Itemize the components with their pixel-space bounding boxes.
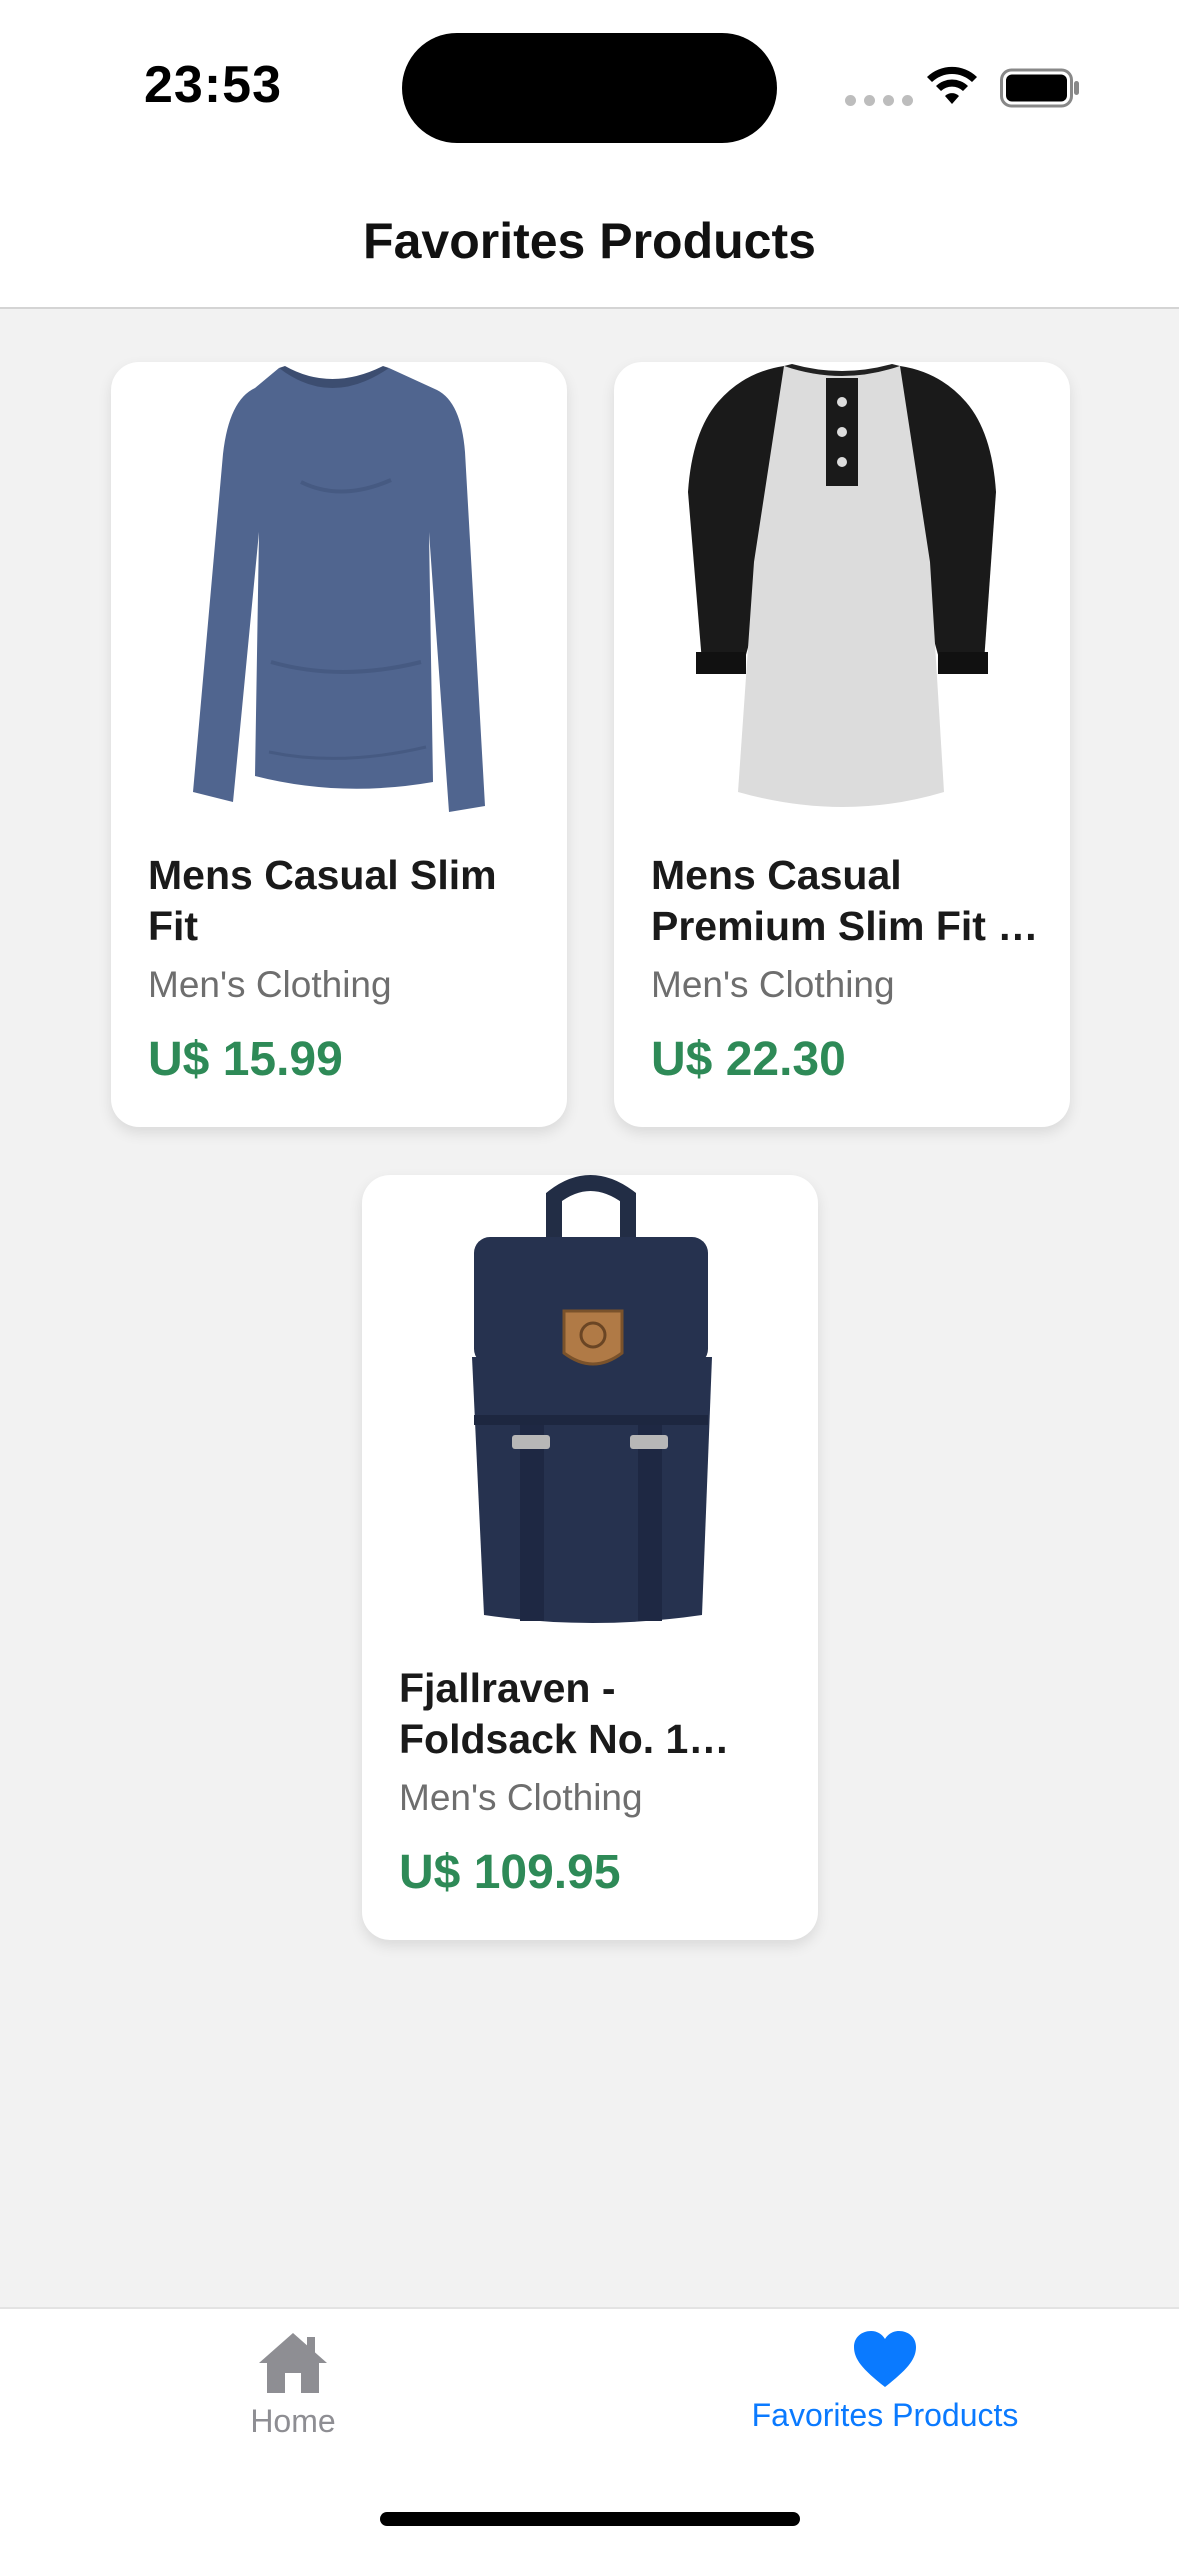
cellular-signal-icon xyxy=(845,95,913,106)
product-price: U$ 22.30 xyxy=(651,1033,846,1086)
tab-home-label: Home xyxy=(250,2403,336,2439)
product-price: U$ 15.99 xyxy=(148,1033,343,1086)
home-indicator[interactable] xyxy=(380,2512,800,2526)
product-category: Men's Clothing xyxy=(399,1777,643,1818)
product-name: Mens Casual Slim Fit xyxy=(148,852,497,949)
navy-backpack-image xyxy=(472,1175,712,1623)
product-price: U$ 109.95 xyxy=(399,1846,621,1899)
dynamic-island xyxy=(402,33,777,143)
product-category: Men's Clothing xyxy=(148,964,392,1005)
product-name: Mens Casual Premium Slim Fit T-Shirts xyxy=(651,852,1034,949)
page-title: Favorites Products xyxy=(363,213,816,269)
tab-favorites[interactable]: Favorites Products xyxy=(700,2329,1070,2434)
product-card[interactable]: Mens Casual Premium Slim Fit T-Shirts Me… xyxy=(614,362,1070,1127)
heart-icon xyxy=(854,2331,916,2387)
home-icon xyxy=(259,2333,327,2393)
tab-home[interactable]: Home xyxy=(218,2329,368,2440)
product-category: Men's Clothing xyxy=(651,964,895,1005)
product-card[interactable]: Fjallraven - Foldsack No. 1 Backpack Men… xyxy=(362,1175,818,1940)
blue-long-sleeve-shirt-image xyxy=(193,366,485,812)
tab-favorites-label: Favorites Products xyxy=(751,2397,1019,2433)
battery-icon xyxy=(1000,68,1079,108)
screen: 23:53 Favorites Products Mens Casual Sli… xyxy=(0,0,1179,2556)
product-name: Fjallraven - Foldsack No. 1 Backpack xyxy=(399,1665,689,1762)
raglan-henley-shirt-image xyxy=(688,364,996,807)
status-time: 23:53 xyxy=(144,56,282,114)
wifi-icon xyxy=(927,66,977,104)
top-bar: 23:53 Favorites Products xyxy=(0,0,1179,309)
product-card[interactable]: Mens Casual Slim Fit Men's Clothing U$ 1… xyxy=(111,362,567,1127)
